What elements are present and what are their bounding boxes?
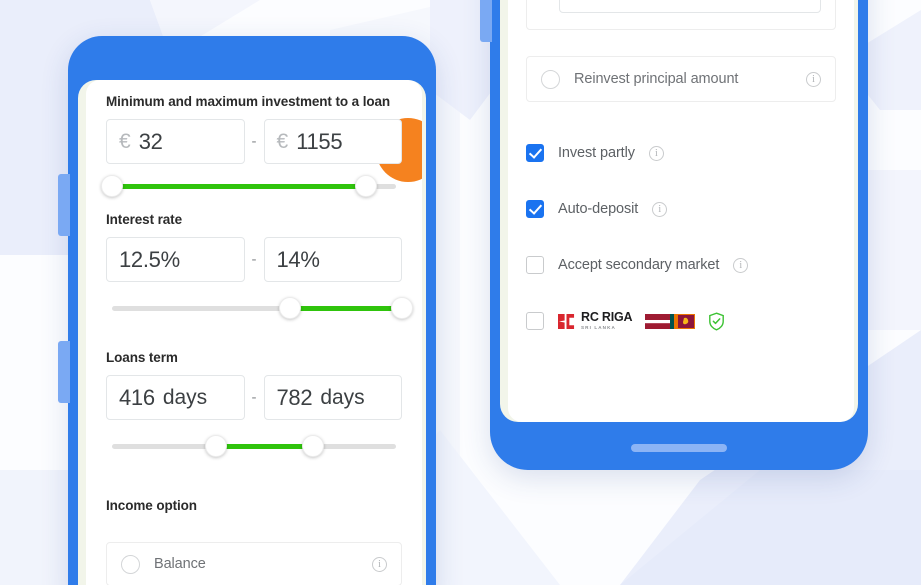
- max-term-value: 782: [276, 384, 313, 410]
- interest-rate-label: Interest rate: [106, 212, 182, 227]
- phone-device-left: Minimum and maximum investment to a loan…: [58, 36, 436, 585]
- max-interest-input[interactable]: 14%: [263, 237, 402, 282]
- euro-icon: €: [574, 0, 582, 2]
- checkbox-icon[interactable]: [526, 144, 544, 162]
- reinvest-settings-form: Reinvest full amount i Max size of the p…: [508, 0, 854, 422]
- brand-name: RC RIGA: [581, 310, 633, 325]
- section-investment-range: Minimum and maximum investment to a loan…: [100, 94, 402, 198]
- interest-rate-slider[interactable]: [106, 296, 413, 320]
- loans-term-label: Loans term: [106, 350, 178, 365]
- checkbox-accept-secondary-market-label: Accept secondary market: [558, 257, 720, 273]
- slider-knob-max[interactable]: [355, 175, 378, 197]
- max-term-unit: days: [320, 385, 365, 409]
- interest-rate-inputs: 12.5% - 14%: [106, 237, 402, 282]
- euro-icon: €: [276, 129, 289, 153]
- latvia-flag-icon: [645, 313, 671, 329]
- volume-up-button[interactable]: [58, 174, 70, 236]
- info-icon[interactable]: i: [372, 556, 387, 572]
- reinvest-full-amount-card: Reinvest full amount i Max size of the p…: [526, 0, 836, 30]
- checkbox-auto-deposit-label: Auto-deposit: [558, 201, 639, 217]
- investment-range-slider[interactable]: [100, 174, 402, 198]
- checkbox-invest-partly[interactable]: Invest partly i: [526, 140, 836, 166]
- radio-icon[interactable]: [121, 554, 140, 574]
- min-term-input[interactable]: 416 days: [106, 375, 245, 420]
- investment-range-inputs: € 32 - € 1155: [106, 119, 402, 164]
- checkbox-icon[interactable]: [526, 256, 544, 274]
- range-separator: -: [251, 389, 257, 406]
- slider-knob-max[interactable]: [302, 435, 325, 457]
- slider-knob-min[interactable]: [278, 297, 301, 319]
- info-icon[interactable]: i: [648, 145, 664, 161]
- phone-screen-left: Minimum and maximum investment to a loan…: [78, 80, 426, 585]
- slider-knob-max[interactable]: [391, 297, 413, 319]
- checkbox-icon[interactable]: [526, 312, 544, 330]
- screen-content-right: Reinvest full amount i Max size of the p…: [508, 0, 854, 422]
- volume-down-button[interactable]: [58, 341, 70, 403]
- range-separator: -: [251, 133, 257, 150]
- phone-device-right: Reinvest full amount i Max size of the p…: [480, 0, 868, 470]
- slider-active-range: [289, 306, 402, 311]
- max-term-input[interactable]: 782 days: [263, 375, 402, 420]
- info-icon[interactable]: i: [652, 201, 668, 217]
- euro-icon: €: [119, 129, 131, 153]
- screen-content-left: Minimum and maximum investment to a loan…: [86, 80, 422, 585]
- section-interest-rate: Interest rate 12.5% - 14%: [106, 212, 413, 320]
- brand-sub: SRI LANKA: [581, 324, 616, 330]
- range-separator: -: [251, 251, 257, 268]
- min-term-value: 416: [119, 384, 155, 410]
- info-icon[interactable]: i: [806, 71, 821, 87]
- slider-knob-min[interactable]: [100, 175, 123, 197]
- rc-riga-mark-icon: [558, 313, 575, 329]
- min-interest-input[interactable]: 12.5%: [106, 237, 245, 282]
- originator-row-rc-riga[interactable]: RC RIGA SRI LANKA: [526, 308, 836, 334]
- min-term-unit: days: [162, 385, 208, 409]
- min-investment-value: 32: [138, 128, 163, 154]
- shield-check-icon: [709, 311, 725, 331]
- checkbox-invest-partly-label: Invest partly: [558, 145, 635, 161]
- home-indicator[interactable]: [631, 444, 727, 452]
- investment-range-label: Minimum and maximum investment to a loan: [106, 94, 391, 109]
- loans-term-inputs: 416 days - 782 days: [106, 375, 402, 420]
- investment-settings-form: Minimum and maximum investment to a loan…: [86, 80, 422, 585]
- volume-rocker-button[interactable]: [480, 0, 492, 42]
- rc-riga-text: RC RIGA SRI LANKA: [581, 310, 633, 330]
- max-interest-value: 14%: [276, 246, 320, 272]
- sri-lanka-flag-icon: [670, 313, 696, 329]
- rc-riga-logo: RC RIGA SRI LANKA: [557, 310, 633, 330]
- checkbox-auto-deposit[interactable]: Auto-deposit i: [526, 196, 836, 222]
- section-income-option: Income option Balance i Payout i: [106, 498, 402, 585]
- reinvest-principal-label: Reinvest principal amount: [574, 71, 739, 87]
- country-flags: [645, 313, 696, 329]
- checkbox-accept-secondary-market[interactable]: Accept secondary market i: [526, 252, 836, 278]
- slider-active-range: [215, 444, 314, 449]
- radio-icon[interactable]: [541, 69, 560, 89]
- max-portfolio-size-value: 20000: [591, 0, 634, 2]
- max-investment-input[interactable]: € 1155: [263, 119, 402, 164]
- income-option-balance[interactable]: Balance i: [106, 542, 402, 585]
- min-investment-input[interactable]: € 32: [106, 119, 245, 164]
- slider-active-range: [111, 184, 367, 189]
- slider-knob-min[interactable]: [204, 435, 227, 457]
- max-investment-value: 1155: [296, 128, 343, 154]
- phone-screen-right: Reinvest full amount i Max size of the p…: [500, 0, 858, 422]
- income-option-label: Income option: [106, 498, 197, 513]
- max-portfolio-size-input[interactable]: € 20000: [559, 0, 821, 13]
- income-option-balance-label: Balance: [154, 556, 206, 572]
- min-interest-value: 12.5%: [119, 246, 180, 272]
- loans-term-slider[interactable]: [106, 434, 402, 458]
- checkbox-icon[interactable]: [526, 200, 544, 218]
- info-icon[interactable]: i: [733, 257, 749, 273]
- section-loans-term: Loans term 416 days - 782 days: [106, 350, 402, 458]
- reinvest-principal-option[interactable]: Reinvest principal amount i: [526, 56, 836, 102]
